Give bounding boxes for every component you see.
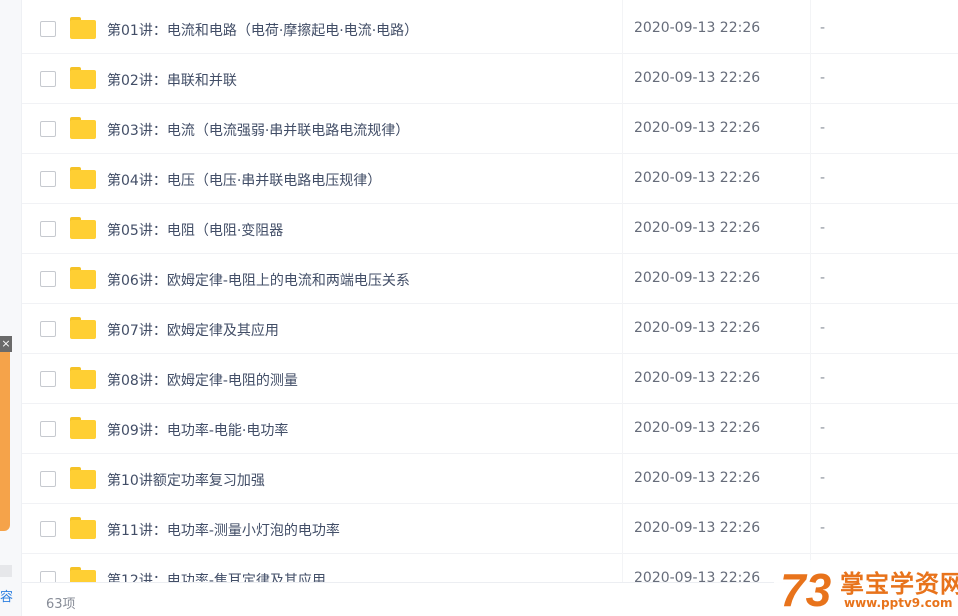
file-size: -: [820, 420, 826, 436]
file-size: -: [820, 470, 826, 486]
row-checkbox[interactable]: [40, 121, 56, 137]
watermark-brand: 掌宝学资网: [840, 570, 958, 598]
file-row[interactable]: 第01讲：电流和电路（电荷·摩擦起电·电流·电路） 2020-09-13 22:2…: [22, 4, 958, 54]
file-name[interactable]: 第01讲：电流和电路（电荷·摩擦起电·电流·电路）: [107, 20, 418, 40]
watermark-url: www.pptv9.com: [844, 596, 953, 610]
folder-icon: [70, 317, 96, 339]
folder-icon: [70, 517, 96, 539]
file-name[interactable]: 第04讲：电压（电压·串并联电路电压规律）: [107, 170, 381, 190]
row-checkbox[interactable]: [40, 321, 56, 337]
folder-icon: [70, 17, 96, 39]
file-size: -: [820, 270, 826, 286]
file-row[interactable]: 第08讲：欧姆定律-电阻的测量 2020-09-13 22:26 -: [22, 354, 958, 404]
folder-icon: [70, 67, 96, 89]
modified-date: 2020-09-13 22:26: [634, 420, 761, 436]
folder-icon: [70, 267, 96, 289]
file-name[interactable]: 第05讲：电阻（电阻·变阻器: [107, 220, 283, 240]
file-row[interactable]: 第11讲：电功率-测量小灯泡的电功率 2020-09-13 22:26 -: [22, 504, 958, 554]
file-size: -: [820, 370, 826, 386]
file-row[interactable]: 第05讲：电阻（电阻·变阻器 2020-09-13 22:26 -: [22, 204, 958, 254]
modified-date: 2020-09-13 22:26: [634, 270, 761, 286]
modified-date: 2020-09-13 22:26: [634, 20, 761, 36]
folder-icon: [70, 167, 96, 189]
side-promo-panel[interactable]: [0, 336, 10, 531]
file-name[interactable]: 第09讲：电功率-电能·电功率: [107, 420, 288, 440]
row-checkbox[interactable]: [40, 71, 56, 87]
file-row[interactable]: 第04讲：电压（电压·串并联电路电压规律） 2020-09-13 22:26 -: [22, 154, 958, 204]
file-row[interactable]: 第03讲：电流（电流强弱·串并联电路电流规律） 2020-09-13 22:26 -: [22, 104, 958, 154]
file-name[interactable]: 第10讲额定功率复习加强: [107, 470, 265, 490]
file-row[interactable]: 第09讲：电功率-电能·电功率 2020-09-13 22:26 -: [22, 404, 958, 454]
folder-icon: [70, 117, 96, 139]
file-row[interactable]: 第02讲：串联和并联 2020-09-13 22:26 -: [22, 54, 958, 104]
file-name[interactable]: 第03讲：电流（电流强弱·串并联电路电流规律）: [107, 120, 409, 140]
row-checkbox[interactable]: [40, 571, 56, 582]
row-checkbox[interactable]: [40, 171, 56, 187]
row-checkbox[interactable]: [40, 221, 56, 237]
row-checkbox[interactable]: [40, 371, 56, 387]
file-name[interactable]: 第11讲：电功率-测量小灯泡的电功率: [107, 520, 340, 540]
sidebar-fragment: [0, 565, 12, 577]
file-size: -: [820, 120, 826, 136]
modified-date: 2020-09-13 22:26: [634, 70, 761, 86]
file-size: -: [820, 320, 826, 336]
modified-date: 2020-09-13 22:26: [634, 520, 761, 536]
file-name[interactable]: 第08讲：欧姆定律-电阻的测量: [107, 370, 298, 390]
file-name[interactable]: 第06讲：欧姆定律-电阻上的电流和两端电压关系: [107, 270, 410, 290]
row-checkbox[interactable]: [40, 421, 56, 437]
modified-date: 2020-09-13 22:26: [634, 170, 761, 186]
modified-date: 2020-09-13 22:26: [634, 320, 761, 336]
file-size: -: [820, 220, 826, 236]
file-row[interactable]: 第10讲额定功率复习加强 2020-09-13 22:26 -: [22, 454, 958, 504]
modified-date: 2020-09-13 22:26: [634, 470, 761, 486]
file-name[interactable]: 第02讲：串联和并联: [107, 70, 237, 90]
file-name[interactable]: 第12讲：电功率-焦耳定律及其应用: [107, 570, 326, 582]
folder-icon: [70, 217, 96, 239]
folder-icon: [70, 567, 96, 582]
file-size: -: [820, 170, 826, 186]
modified-date: 2020-09-13 22:26: [634, 120, 761, 136]
file-size: -: [820, 20, 826, 36]
folder-icon: [70, 467, 96, 489]
modified-date: 2020-09-13 22:26: [634, 370, 761, 386]
row-checkbox[interactable]: [40, 471, 56, 487]
row-checkbox[interactable]: [40, 21, 56, 37]
item-count: 63项: [46, 597, 76, 612]
folder-icon: [70, 417, 96, 439]
modified-date: 2020-09-13 22:26: [634, 220, 761, 236]
row-checkbox[interactable]: [40, 271, 56, 287]
column-divider: [622, 0, 623, 582]
modified-date: 2020-09-13 22:26: [634, 570, 761, 582]
watermark-logo-mark: 73: [780, 564, 832, 614]
folder-icon: [70, 367, 96, 389]
file-row[interactable]: 第07讲：欧姆定律及其应用 2020-09-13 22:26 -: [22, 304, 958, 354]
file-list: 第01讲：电流和电路（电荷·摩擦起电·电流·电路） 2020-09-13 22:2…: [22, 0, 958, 582]
file-name[interactable]: 第07讲：欧姆定律及其应用: [107, 320, 279, 340]
file-size: -: [820, 520, 826, 536]
column-divider: [810, 0, 811, 582]
watermark: 73 掌宝学资网 www.pptv9.com: [774, 560, 958, 616]
file-row[interactable]: 第06讲：欧姆定律-电阻上的电流和两端电压关系 2020-09-13 22:26 -: [22, 254, 958, 304]
row-checkbox[interactable]: [40, 521, 56, 537]
sidebar-tail-text[interactable]: 容: [0, 586, 13, 605]
promo-close-button[interactable]: ×: [0, 336, 12, 352]
watermark-logo: 73: [780, 564, 832, 614]
file-size: -: [820, 70, 826, 86]
